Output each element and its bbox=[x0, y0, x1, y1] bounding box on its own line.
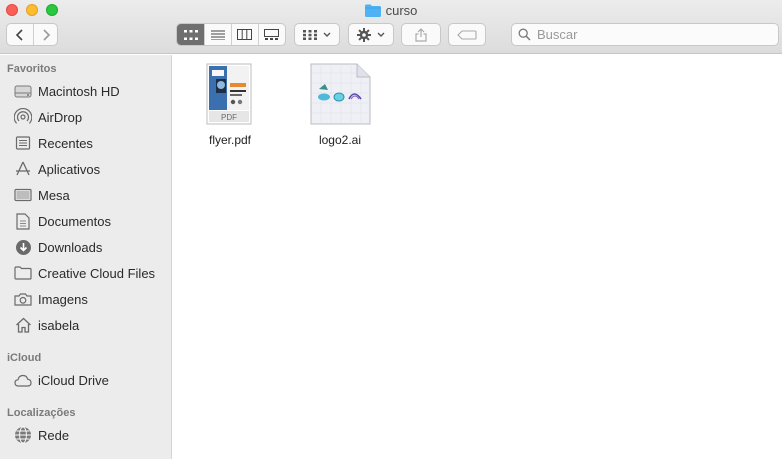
sidebar-item-airdrop[interactable]: AirDrop bbox=[14, 106, 170, 128]
toolbar: curso bbox=[0, 0, 782, 54]
icon-view-button[interactable] bbox=[177, 24, 205, 45]
finder-window: curso Buscar Favoritos Macintosh HD AirD… bbox=[0, 0, 782, 459]
sidebar-item-label: iCloud Drive bbox=[38, 372, 109, 388]
back-button[interactable] bbox=[7, 24, 33, 45]
search-field[interactable] bbox=[511, 23, 779, 46]
sidebar-item-label: Documentos bbox=[38, 213, 111, 229]
sidebar-item-macintosh-hd[interactable]: Macintosh HD bbox=[14, 80, 170, 102]
grid-icon bbox=[303, 29, 317, 40]
sidebar-item-downloads[interactable]: Downloads bbox=[14, 236, 170, 258]
sidebar-section-locations: Localizações bbox=[7, 407, 76, 419]
cloud-icon bbox=[14, 371, 32, 389]
sidebar-item-label: Imagens bbox=[38, 291, 88, 307]
camera-icon bbox=[14, 290, 32, 308]
chevron-down-icon bbox=[323, 32, 331, 37]
window-title: curso bbox=[0, 3, 782, 18]
sidebar-item-label: Downloads bbox=[38, 239, 103, 255]
airdrop-icon bbox=[14, 108, 32, 126]
sidebar-item-label: Aplicativos bbox=[38, 161, 101, 177]
grid-icon bbox=[183, 29, 198, 40]
sidebar: Favoritos Macintosh HD AirDrop Recentes … bbox=[0, 55, 172, 459]
window-title-text: curso bbox=[385, 3, 418, 18]
share-icon bbox=[415, 27, 427, 42]
document-icon bbox=[14, 212, 32, 230]
home-icon bbox=[14, 316, 32, 334]
download-icon bbox=[14, 238, 32, 256]
gallery-icon bbox=[264, 29, 280, 40]
hard-drive-icon bbox=[14, 82, 32, 100]
file-item[interactable]: PDF flyer.pdf bbox=[190, 63, 270, 147]
tag-icon bbox=[457, 29, 477, 40]
gallery-view-button[interactable] bbox=[257, 24, 285, 45]
gear-icon bbox=[357, 27, 371, 42]
sidebar-item-recentes[interactable]: Recentes bbox=[14, 132, 170, 154]
sidebar-item-label: Creative Cloud Files bbox=[38, 265, 156, 281]
list-view-button[interactable] bbox=[204, 24, 231, 45]
search-icon bbox=[518, 28, 531, 41]
ai-file-icon[interactable] bbox=[309, 63, 371, 125]
sidebar-item-label: AirDrop bbox=[38, 109, 83, 125]
desktop-icon bbox=[14, 186, 32, 204]
forward-button[interactable] bbox=[33, 24, 57, 45]
sidebar-item-label: Recentes bbox=[38, 135, 93, 151]
view-switcher bbox=[176, 23, 286, 46]
pdf-file-icon[interactable]: PDF bbox=[206, 63, 254, 125]
sidebar-item-label: Macintosh HD bbox=[38, 83, 120, 99]
file-name: logo2.ai bbox=[318, 133, 362, 147]
folder-icon bbox=[14, 264, 32, 282]
sidebar-item-mesa[interactable]: Mesa bbox=[14, 184, 170, 206]
column-view-button[interactable] bbox=[231, 24, 258, 45]
list-icon bbox=[211, 30, 226, 40]
sidebar-item-isabela[interactable]: isabela bbox=[14, 314, 170, 336]
chevron-left-icon bbox=[15, 28, 23, 41]
columns-icon bbox=[237, 29, 253, 40]
file-name: flyer.pdf bbox=[208, 133, 252, 147]
search-input[interactable] bbox=[537, 27, 757, 42]
navigation-buttons bbox=[6, 23, 58, 46]
sidebar-item-label: isabela bbox=[38, 317, 80, 333]
sidebar-item-icloud-drive[interactable]: iCloud Drive bbox=[14, 369, 170, 391]
recents-icon bbox=[14, 134, 32, 152]
sidebar-item-creative-cloud-files[interactable]: Creative Cloud Files bbox=[14, 262, 170, 284]
sidebar-item-label: Mesa bbox=[38, 187, 70, 203]
share-button[interactable] bbox=[401, 23, 441, 46]
tags-button[interactable] bbox=[448, 23, 486, 46]
sidebar-item-rede[interactable]: Rede bbox=[14, 424, 170, 446]
action-menu-button[interactable] bbox=[348, 23, 394, 46]
applications-icon bbox=[14, 160, 32, 178]
sidebar-item-label: Rede bbox=[38, 427, 70, 443]
file-badge: PDF bbox=[221, 113, 237, 122]
sidebar-section-icloud: iCloud bbox=[7, 352, 42, 364]
sidebar-item-imagens[interactable]: Imagens bbox=[14, 288, 170, 310]
network-icon bbox=[14, 426, 32, 444]
sidebar-section-favorites: Favoritos bbox=[7, 63, 57, 75]
folder-icon bbox=[364, 4, 381, 17]
group-by-button[interactable] bbox=[294, 23, 340, 46]
chevron-right-icon bbox=[42, 28, 50, 41]
file-item[interactable]: logo2.ai bbox=[300, 63, 380, 147]
sidebar-item-documentos[interactable]: Documentos bbox=[14, 210, 170, 232]
sidebar-item-aplicativos[interactable]: Aplicativos bbox=[14, 158, 170, 180]
chevron-down-icon bbox=[377, 32, 385, 37]
file-browser: PDF flyer.pdf logo2.ai bbox=[173, 55, 782, 459]
